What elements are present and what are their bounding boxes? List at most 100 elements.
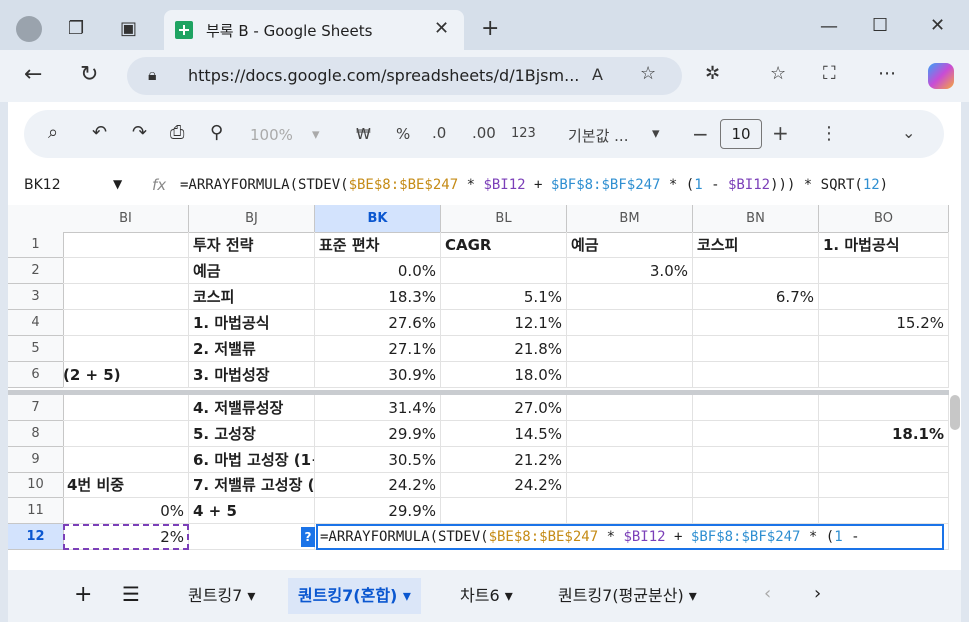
tab-actions-icon[interactable]: ▣ [120,20,137,38]
close-window-icon[interactable]: ✕ [930,17,945,35]
scroll-tabs-left-icon[interactable]: ‹ [764,583,771,604]
cell-bn10[interactable] [693,473,819,498]
column-header-bj[interactable]: BJ [189,205,315,233]
cell-bl3[interactable]: 5.1% [441,284,567,310]
cell-bm10[interactable] [567,473,693,498]
cell-bk1[interactable]: 표준 편차 [315,232,441,258]
cell-bj8[interactable]: 5. 고성장 [189,421,315,447]
row-header-11[interactable]: 11 [8,498,64,524]
vertical-scrollbar[interactable] [950,395,960,430]
cell-bn3[interactable]: 6.7% [693,284,819,310]
cell-bn11[interactable] [693,498,819,524]
percent-button[interactable]: % [396,125,410,143]
new-tab-icon[interactable]: + [481,18,499,40]
cell-bn8[interactable] [693,421,819,447]
cell-bk9[interactable]: 30.5% [315,447,441,473]
extensions-icon[interactable]: ✲ [705,65,720,83]
cell-bj7[interactable]: 4. 저밸류성장 [189,395,315,421]
currency-button[interactable]: ₩ [356,125,371,143]
cell-bl5[interactable]: 21.8% [441,336,567,362]
font-size-increase-button[interactable]: + [772,121,789,145]
row-header-3[interactable]: 3 [8,284,64,310]
row-header-7[interactable]: 7 [8,395,64,421]
cell-bo2[interactable] [819,258,949,284]
cell-bn1[interactable]: 코스피 [693,232,819,258]
formula-help-button[interactable]: ? [301,527,315,547]
cell-bm3[interactable] [567,284,693,310]
sheet-tab-menu-icon[interactable]: ▾ [397,586,411,605]
row-header-2[interactable]: 2 [8,258,64,284]
cell-bm7[interactable] [567,395,693,421]
collections-icon[interactable]: ❐ [68,20,84,38]
cell-bi5[interactable] [63,336,189,362]
cell-bl11[interactable] [441,498,567,524]
sheet-tab-2[interactable]: 퀀트킹7(혼합) ▾ [288,578,421,614]
cell-bn9[interactable] [693,447,819,473]
cell-bo9[interactable] [819,447,949,473]
cell-bl10[interactable]: 24.2% [441,473,567,498]
profile-avatar[interactable] [16,16,42,42]
cell-bi9[interactable] [63,447,189,473]
screenshot-icon[interactable]: ⛶ [823,65,836,83]
cell-bi8[interactable] [63,421,189,447]
cell-bj9[interactable]: 6. 마법 고성장 (1+ [189,447,315,473]
row-header-1[interactable]: 1 [8,232,64,258]
cell-bk8[interactable]: 29.9% [315,421,441,447]
cell-bm8[interactable] [567,421,693,447]
sheet-tab-4[interactable]: 퀀트킹7(평균분산) ▾ [548,578,707,614]
refresh-icon[interactable]: ↻ [80,64,98,86]
name-box-chevron-icon[interactable]: ▼ [113,177,122,191]
print-icon[interactable]: ⎙ [170,124,184,142]
cell-bm5[interactable] [567,336,693,362]
cell-bo7[interactable] [819,395,949,421]
cell-bm6[interactable] [567,362,693,388]
read-aloud-icon[interactable]: A [592,67,603,83]
cell-bm9[interactable] [567,447,693,473]
cell-bj2[interactable]: 예금 [189,258,315,284]
cell-bl4[interactable]: 12.1% [441,310,567,336]
add-sheet-button[interactable]: + [74,582,92,607]
decrease-decimal-button[interactable]: .0 [432,124,446,142]
cell-bk6[interactable]: 30.9% [315,362,441,388]
name-box[interactable]: BK12 [24,177,61,193]
cell-formula-editor[interactable]: =ARRAYFORMULA(STDEV($BE$8:$BE$247 * $BI1… [316,524,944,550]
sheet-tab-1[interactable]: 퀀트킹7 ▾ [178,578,265,614]
undo-icon[interactable]: ↶ [92,124,107,142]
paint-format-icon[interactable]: ⚲ [210,124,223,142]
cell-bi10[interactable]: 4번 비중 [63,473,189,498]
cell-bl9[interactable]: 21.2% [441,447,567,473]
favorites-icon[interactable]: ☆ [770,65,786,83]
copilot-icon[interactable] [928,63,954,89]
maximize-icon[interactable]: ☐ [872,17,888,35]
cell-bm11[interactable] [567,498,693,524]
font-select[interactable]: 기본값 ... [568,125,628,146]
zoom-select[interactable]: 100% [250,126,293,144]
cell-bo10[interactable] [819,473,949,498]
cell-bj3[interactable]: 코스피 [189,284,315,310]
font-size-decrease-button[interactable]: − [692,122,709,146]
zoom-chevron-icon[interactable]: ▾ [312,125,320,143]
sheet-tab-menu-icon[interactable]: ▾ [500,586,513,605]
cell-bm2[interactable]: 3.0% [567,258,693,284]
cell-bi1[interactable] [63,232,189,258]
cell-bn6[interactable] [693,362,819,388]
cell-bo8[interactable]: 18.1% [819,421,949,447]
column-header-bk[interactable]: BK [315,205,441,233]
collapse-toolbar-icon[interactable]: ⌄ [902,123,915,142]
cell-bk10[interactable]: 24.2% [315,473,441,498]
font-chevron-icon[interactable]: ▾ [652,124,660,142]
sheet-tab-menu-icon[interactable]: ▾ [242,586,255,605]
sheet-tab-menu-icon[interactable]: ▾ [684,586,697,605]
all-sheets-menu-icon[interactable]: ☰ [122,582,140,606]
more-formats-button[interactable]: 123 [511,126,536,141]
cell-bk4[interactable]: 27.6% [315,310,441,336]
select-all-corner[interactable] [8,205,64,233]
cell-bj6[interactable]: 3. 마법성장 [189,362,315,388]
favorite-star-icon[interactable]: ☆ [640,65,656,83]
cell-bm1[interactable]: 예금 [567,232,693,258]
cell-bi11[interactable]: 0% [63,498,189,524]
column-header-bm[interactable]: BM [567,205,693,233]
column-header-bi[interactable]: BI [63,205,189,233]
back-icon[interactable]: ← [24,64,42,86]
cell-bk2[interactable]: 0.0% [315,258,441,284]
